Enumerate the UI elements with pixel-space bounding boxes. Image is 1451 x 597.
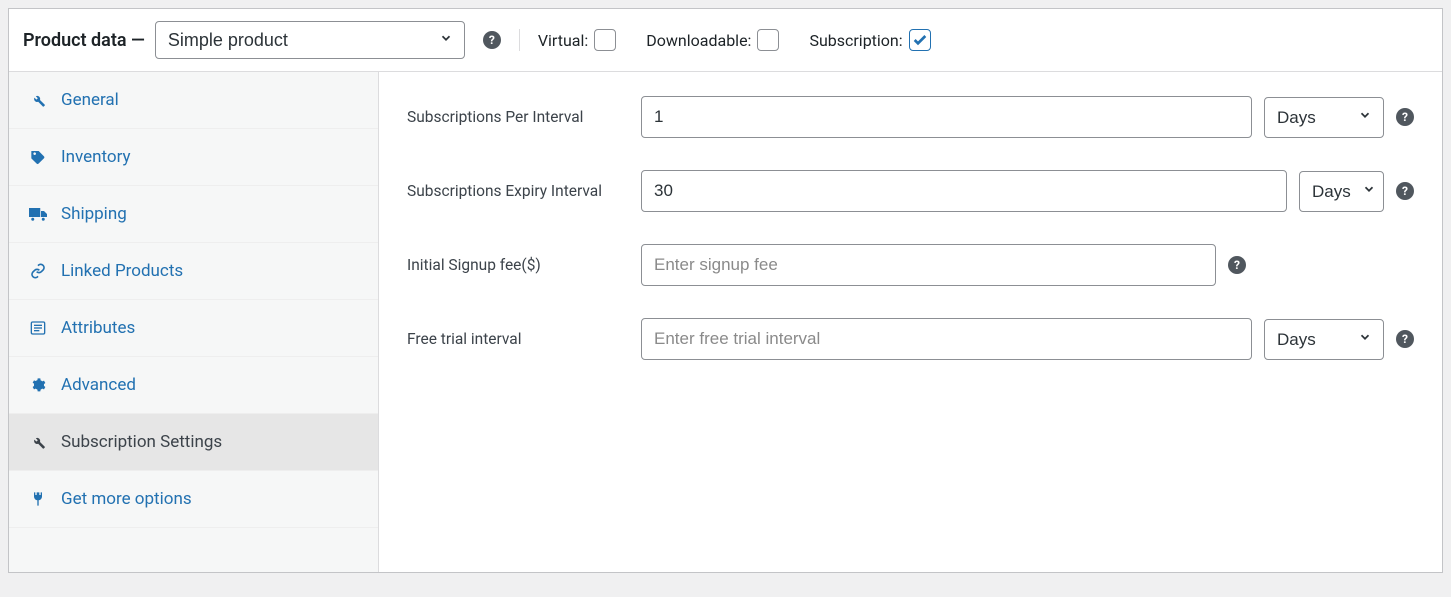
- help-icon[interactable]: ?: [1396, 330, 1414, 348]
- panel-body: General Inventory Shipping Linked Produc…: [9, 72, 1442, 572]
- wrench-icon: [29, 91, 47, 109]
- row-subscriptions-expiry-interval: Subscriptions Expiry Interval Days ?: [407, 170, 1414, 212]
- sidebar-item-label: Get more options: [61, 489, 192, 509]
- free-trial-label: Free trial interval: [407, 330, 629, 348]
- tag-icon: [29, 148, 47, 166]
- row-signup-fee: Initial Signup fee($) ?: [407, 244, 1414, 286]
- sidebar-item-label: Advanced: [61, 375, 136, 395]
- sidebar-item-attributes[interactable]: Attributes: [9, 300, 378, 357]
- virtual-checkbox-group: Virtual:: [538, 29, 616, 51]
- sidebar-item-label: Subscription Settings: [61, 432, 222, 452]
- free-trial-input[interactable]: [641, 318, 1252, 360]
- sidebar-item-label: Inventory: [61, 147, 131, 167]
- help-icon[interactable]: ?: [1396, 108, 1414, 126]
- separator: [519, 29, 520, 51]
- product-type-select-wrap: Simple product: [155, 21, 465, 59]
- main-content: Subscriptions Per Interval Days ? Subscr…: [379, 72, 1442, 572]
- free-trial-unit-select[interactable]: Days: [1264, 319, 1384, 360]
- sidebar-item-shipping[interactable]: Shipping: [9, 186, 378, 243]
- help-icon[interactable]: ?: [483, 31, 501, 49]
- subs-expiry-unit-select[interactable]: Days: [1299, 171, 1384, 212]
- sidebar-item-subscription-settings[interactable]: Subscription Settings: [9, 414, 378, 471]
- sidebar-item-get-more-options[interactable]: Get more options: [9, 471, 378, 528]
- panel-header: Product data — Simple product ? Virtual:…: [9, 9, 1442, 72]
- subscription-checkbox-group: Subscription:: [809, 29, 930, 51]
- sidebar-item-label: Linked Products: [61, 261, 183, 281]
- virtual-checkbox[interactable]: [594, 29, 616, 51]
- virtual-label: Virtual:: [538, 31, 588, 50]
- sidebar-item-label: Attributes: [61, 318, 135, 338]
- subs-expiry-input[interactable]: [641, 170, 1287, 212]
- product-type-select[interactable]: Simple product: [155, 21, 465, 59]
- row-free-trial: Free trial interval Days ?: [407, 318, 1414, 360]
- plug-icon: [29, 490, 47, 508]
- downloadable-checkbox[interactable]: [757, 29, 779, 51]
- subs-per-interval-label: Subscriptions Per Interval: [407, 108, 629, 126]
- help-icon[interactable]: ?: [1228, 256, 1246, 274]
- sidebar-item-label: Shipping: [61, 204, 127, 224]
- wrench-icon: [29, 433, 47, 451]
- product-data-panel: Product data — Simple product ? Virtual:…: [8, 8, 1443, 573]
- link-icon: [29, 262, 47, 280]
- list-icon: [29, 319, 47, 337]
- gear-icon: [29, 376, 47, 394]
- signup-fee-input[interactable]: [641, 244, 1216, 286]
- truck-icon: [29, 205, 47, 223]
- subscription-checkbox[interactable]: [909, 29, 931, 51]
- sidebar-item-general[interactable]: General: [9, 72, 378, 129]
- downloadable-label: Downloadable:: [646, 31, 751, 50]
- sidebar-item-advanced[interactable]: Advanced: [9, 357, 378, 414]
- row-subscriptions-per-interval: Subscriptions Per Interval Days ?: [407, 96, 1414, 138]
- subscription-label: Subscription:: [809, 31, 902, 50]
- subs-per-interval-input[interactable]: [641, 96, 1252, 138]
- subs-expiry-label: Subscriptions Expiry Interval: [407, 182, 629, 200]
- downloadable-checkbox-group: Downloadable:: [646, 29, 779, 51]
- panel-title: Product data —: [23, 30, 145, 51]
- subs-per-interval-unit-select[interactable]: Days: [1264, 97, 1384, 138]
- sidebar-item-label: General: [61, 90, 119, 110]
- signup-fee-label: Initial Signup fee($): [407, 256, 629, 274]
- sidebar: General Inventory Shipping Linked Produc…: [9, 72, 379, 572]
- sidebar-item-linked-products[interactable]: Linked Products: [9, 243, 378, 300]
- help-icon[interactable]: ?: [1396, 182, 1414, 200]
- sidebar-item-inventory[interactable]: Inventory: [9, 129, 378, 186]
